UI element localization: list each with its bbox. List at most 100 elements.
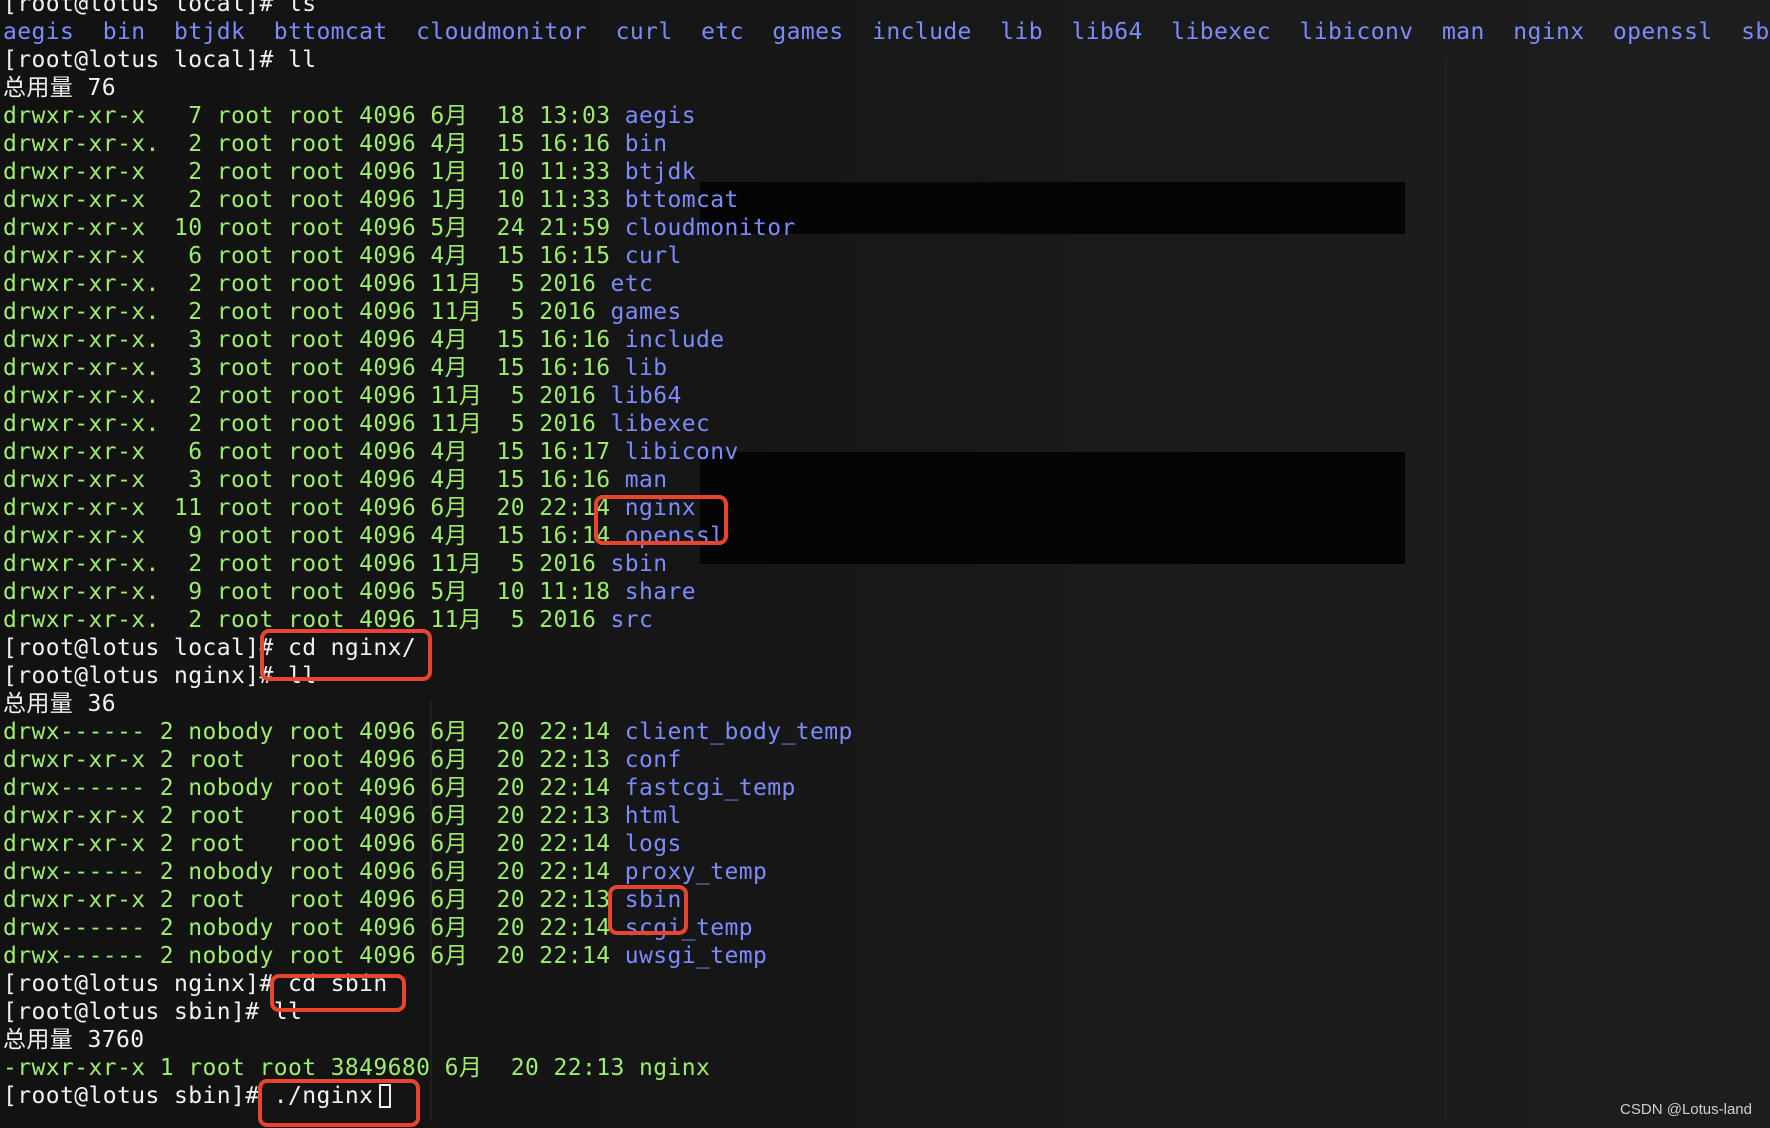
prompt-text: 总用量 76 [3,75,116,101]
terminal-line: drwx------ 2 nobody root 4096 6月 20 22:1… [3,858,1768,886]
terminal-line: drwxr-xr-x 6 root root 4096 4月 15 16:15 … [3,242,1768,270]
directory-name: curl [624,243,682,269]
terminal-line: drwx------ 2 nobody root 4096 6月 20 22:1… [3,942,1768,970]
terminal-line: aegis bin btjdk bttomcat cloudmonitor cu… [3,18,1770,46]
listing-text: drwxr-xr-x 2 root root 4096 6月 20 22:13 [3,803,625,829]
listing-text: drwxr-xr-x 2 root root 4096 6月 20 22:13 [3,747,625,773]
terminal-line: drwxr-xr-x 2 root root 4096 1月 10 11:33 … [3,158,1768,186]
terminal-line: drwxr-xr-x. 3 root root 4096 4月 15 16:16… [3,354,1768,382]
watermark: CSDN @Lotus-land [1620,1101,1752,1118]
listing-text: drwxr-xr-x 2 root root 4096 6月 20 22:13 [3,887,625,913]
listing-text: drwxr-xr-x 2 root root 4096 6月 20 22:14 [3,831,625,857]
terminal-line: [root@lotus sbin]# ll [3,998,1768,1026]
directory-name: include [624,327,725,353]
listing-text: drwx------ 2 nobody root 4096 6月 20 22:1… [3,915,625,941]
terminal-line: 总用量 76 [3,74,1768,102]
highlight-cd-sbin [270,974,406,1012]
terminal-line: drwxr-xr-x. 2 root root 4096 11月 5 2016 … [3,270,1768,298]
prompt-text: [root@lotus sbin]# ll [3,999,303,1025]
highlight-nginx-dir [594,495,728,545]
directory-name: bin [624,131,668,157]
directory-name: client_body_temp [624,719,853,745]
terminal-line: drwxr-xr-x 6 root root 4096 4月 15 16:17 … [3,438,1768,466]
listing-text: drwxr-xr-x 10 root root 4096 5月 24 21:59 [3,215,625,241]
terminal-line: drwxr-xr-x 3 root root 4096 4月 15 16:16 … [3,466,1768,494]
terminal-line: drwx------ 2 nobody root 4096 6月 20 22:1… [3,774,1768,802]
directory-name: sbin [610,551,668,577]
terminal-line: drwxr-xr-x. 2 root root 4096 4月 15 16:16… [3,130,1768,158]
listing-text: nginx [639,1055,711,1081]
terminal-line: drwxr-xr-x. 2 root root 4096 11月 5 2016 … [3,410,1768,438]
listing-text: drwx------ 2 nobody root 4096 6月 20 22:1… [3,943,625,969]
listing-text: drwxr-xr-x 7 root root 4096 6月 18 13:03 [3,103,625,129]
directory-name: man [624,467,668,493]
directory-name: libexec [610,411,711,437]
directory-name: games [610,299,682,325]
listing-text: drwx------ 2 nobody root 4096 6月 20 22:1… [3,775,625,801]
directory-name: html [624,803,682,829]
terminal-window[interactable]: [root@lotus local]# ls aegis bin btjdk bt… [0,0,1770,1128]
directory-name: cloudmonitor [624,215,796,241]
terminal-line: 总用量 36 [3,690,1768,718]
listing-text: drwxr-xr-x. 2 root root 4096 11月 5 2016 [3,383,611,409]
directory-name: etc [610,271,654,297]
listing-text: drwxr-xr-x. 2 root root 4096 11月 5 2016 [3,551,611,577]
terminal-line: drwxr-xr-x 9 root root 4096 4月 15 16:14 … [3,522,1768,550]
listing-text: drwxr-xr-x 9 root root 4096 4月 15 16:14 [3,523,625,549]
directory-name: aegis bin btjdk bttomcat cloudmonitor cu… [3,19,1770,45]
directory-name: libiconv [624,439,739,465]
listing-text: -rwxr-xr-x 1 root root 3849680 6月 20 22:… [3,1055,640,1081]
listing-text: drwxr-xr-x 2 root root 4096 1月 10 11:33 [3,159,625,185]
highlight-cd-nginx [260,629,432,681]
directory-name: logs [624,831,682,857]
listing-text: drwxr-xr-x. 3 root root 4096 4月 15 16:16 [3,355,625,381]
terminal-line: drwxr-xr-x. 3 root root 4096 4月 15 16:16… [3,326,1768,354]
highlight-run-nginx [258,1079,420,1127]
listing-text: drwxr-xr-x. 2 root root 4096 11月 5 2016 [3,299,611,325]
directory-name: proxy_temp [624,859,768,885]
listing-text: drwxr-xr-x 6 root root 4096 4月 15 16:17 [3,439,625,465]
directory-name: lib64 [610,383,682,409]
terminal-line: drwxr-xr-x. 2 root root 4096 11月 5 2016 … [3,298,1768,326]
prompt-text: [root@lotus local]# ll [3,47,317,73]
directory-name: uwsgi_temp [624,943,768,969]
listing-text: drwxr-xr-x 3 root root 4096 4月 15 16:16 [3,467,625,493]
listing-text: drwx------ 2 nobody root 4096 6月 20 22:1… [3,719,625,745]
listing-text: drwx------ 2 nobody root 4096 6月 20 22:1… [3,859,625,885]
terminal-line: 总用量 3760 [3,1026,1768,1054]
highlight-sbin-dir [608,885,688,935]
listing-text: drwxr-xr-x 11 root root 4096 6月 20 22:14 [3,495,625,521]
terminal-line: drwxr-xr-x 2 root root 4096 1月 10 11:33 … [3,186,1768,214]
directory-name: conf [624,747,682,773]
directory-name: fastcgi_temp [624,775,796,801]
terminal-line: [root@lotus local]# ll [3,46,1768,74]
directory-name: btjdk [624,159,697,185]
terminal-line: [root@lotus nginx]# cd sbin [3,970,1768,998]
terminal-line: drwxr-xr-x 10 root root 4096 5月 24 21:59… [3,214,1768,242]
terminal-line: drwxr-xr-x 2 root root 4096 6月 20 22:13 … [3,886,1768,914]
prompt-text: 总用量 36 [3,691,116,717]
terminal-line: drwxr-xr-x. 2 root root 4096 11月 5 2016 … [3,382,1768,410]
directory-name: share [624,579,697,605]
terminal-line: drwx------ 2 nobody root 4096 6月 20 22:1… [3,718,1768,746]
listing-text: drwxr-xr-x. 2 root root 4096 4月 15 16:16 [3,131,625,157]
terminal-line: [root@lotus local]# ls [3,0,1768,18]
listing-text: drwxr-xr-x 2 root root 4096 1月 10 11:33 [3,187,625,213]
terminal-line: drwxr-xr-x. 2 root root 4096 11月 5 2016 … [3,550,1768,578]
prompt-text: [root@lotus local]# ls [3,0,317,17]
terminal-line: drwxr-xr-x 11 root root 4096 6月 20 22:14… [3,494,1768,522]
listing-text: drwxr-xr-x. 2 root root 4096 11月 5 2016 [3,411,611,437]
listing-text: drwxr-xr-x 6 root root 4096 4月 15 16:15 [3,243,625,269]
terminal-output: [root@lotus local]# ls aegis bin btjdk bt… [3,0,1770,1110]
listing-text: drwxr-xr-x. 3 root root 4096 4月 15 16:16 [3,327,625,353]
terminal-line: drwx------ 2 nobody root 4096 6月 20 22:1… [3,914,1768,942]
terminal-line: drwxr-xr-x 2 root root 4096 6月 20 22:13 … [3,746,1768,774]
listing-text: drwxr-xr-x. 2 root root 4096 11月 5 2016 [3,271,611,297]
directory-name: aegis [624,103,697,129]
directory-name: src [610,607,654,633]
terminal-line: drwxr-xr-x 2 root root 4096 6月 20 22:14 … [3,830,1768,858]
listing-text: drwxr-xr-x. 9 root root 4096 5月 10 11:18 [3,579,625,605]
terminal-line: drwxr-xr-x. 9 root root 4096 5月 10 11:18… [3,578,1768,606]
prompt-text: 总用量 3760 [3,1027,145,1053]
terminal-line: -rwxr-xr-x 1 root root 3849680 6月 20 22:… [3,1054,1768,1082]
